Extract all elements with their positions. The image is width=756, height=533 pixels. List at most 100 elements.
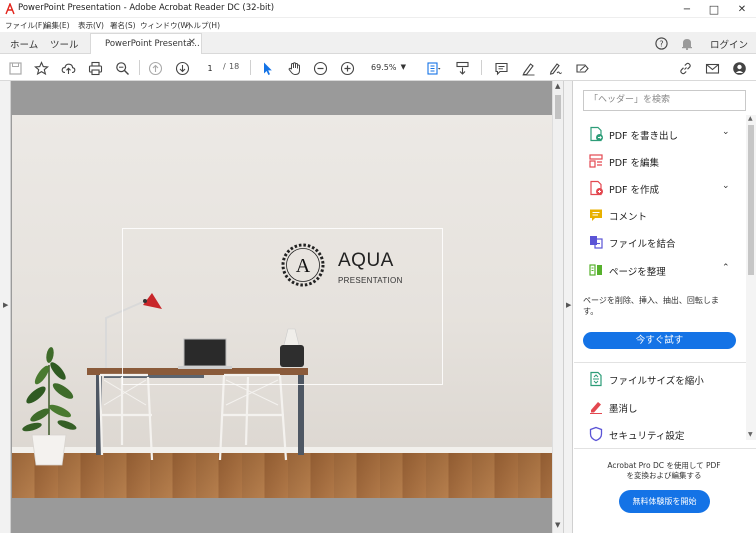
page-number-input[interactable]: 1 <box>200 61 220 74</box>
tab-home[interactable]: ホーム <box>10 37 38 51</box>
tool-compress-file[interactable]: ファイルサイズを縮小 <box>574 368 746 390</box>
find-zoom-button[interactable] <box>113 59 131 77</box>
envelope-icon <box>705 63 719 74</box>
save-button[interactable] <box>6 59 24 77</box>
combine-files-icon <box>590 236 603 249</box>
menu-window[interactable]: ウィンドウ(W) <box>140 20 191 31</box>
pro-promo-text: Acrobat Pro DC を使用して PDF を変換および編集する <box>607 461 721 480</box>
tools-pane-scrollbar[interactable]: ▲ ▼ <box>746 115 756 440</box>
tool-combine-files[interactable]: ファイルを結合 <box>574 231 746 253</box>
scroll-down-icon[interactable]: ▼ <box>555 521 560 529</box>
comment-button[interactable] <box>492 59 510 77</box>
slide-subtitle: PRESENTATION <box>338 276 403 285</box>
logo-letter: A <box>296 255 311 277</box>
toolbar-divider <box>139 60 140 75</box>
bell-icon <box>682 38 692 50</box>
print-button[interactable] <box>86 59 104 77</box>
menu-sign[interactable]: 署名(S) <box>110 20 136 31</box>
zoom-value: 69.5% <box>371 63 397 72</box>
close-tab-icon[interactable]: ✕ <box>188 37 196 48</box>
tool-label: 墨消し <box>609 404 638 415</box>
minus-circle-icon <box>313 61 327 75</box>
maximize-icon: □ <box>708 2 720 16</box>
edit-pdf-icon <box>589 154 603 168</box>
right-panel-toggle[interactable]: ▶ <box>563 81 573 533</box>
minimize-button[interactable]: − <box>673 0 701 18</box>
pane-divider <box>574 362 746 363</box>
minimize-icon: − <box>682 3 692 15</box>
share-link-button[interactable] <box>676 59 694 77</box>
chevron-down-icon: ▼ <box>400 63 406 71</box>
close-window-button[interactable]: ✕ <box>728 0 756 18</box>
page-display-button[interactable] <box>422 59 444 77</box>
start-free-trial-button[interactable]: 無料体験版を開始 <box>619 490 710 513</box>
shield-icon <box>589 426 603 442</box>
tool-export-pdf[interactable]: PDF を書き出し ⌄ <box>574 123 746 145</box>
tool-create-pdf[interactable]: PDF を作成 ⌄ <box>574 177 746 199</box>
help-button[interactable]: ? <box>653 36 669 50</box>
comment-icon <box>494 62 508 75</box>
zoom-in-button[interactable] <box>338 59 356 77</box>
sign-button[interactable] <box>546 59 564 77</box>
highlight-button[interactable] <box>519 59 537 77</box>
highlighter-pen-icon <box>522 62 534 75</box>
menu-view[interactable]: 表示(V) <box>78 20 104 31</box>
star-icon <box>33 60 49 75</box>
menu-bar: ファイル(F) 編集(E) 表示(V) 署名(S) ウィンドウ(W) ヘルプ(H… <box>0 18 756 32</box>
fill-sign-button[interactable] <box>573 59 591 77</box>
scroll-mode-button[interactable] <box>453 59 471 77</box>
tool-edit-pdf[interactable]: PDF を編集 <box>574 150 746 172</box>
previous-page-button[interactable] <box>146 59 164 77</box>
share-people-button[interactable] <box>730 59 748 77</box>
create-pdf-icon <box>590 180 603 196</box>
bookmark-star-button[interactable] <box>32 59 50 77</box>
chevron-up-icon[interactable]: ⌃ <box>722 263 730 273</box>
menu-help[interactable]: ヘルプ(H) <box>186 20 220 31</box>
next-page-button[interactable] <box>173 59 191 77</box>
login-link[interactable]: ログイン <box>710 37 748 51</box>
select-tool-button[interactable] <box>258 59 276 77</box>
scroll-up-icon[interactable]: ▲ <box>748 115 753 122</box>
tools-search-input[interactable]: 「ヘッダー」を検索 <box>583 90 746 111</box>
tool-label: ファイルサイズを縮小 <box>609 376 704 387</box>
zoom-select[interactable]: 69.5% ▼ <box>364 60 411 75</box>
tool-organize-pages[interactable]: ページを整理 ⌃ <box>574 259 746 281</box>
tool-protect[interactable]: セキュリティ設定 <box>574 423 746 445</box>
tool-redact[interactable]: 墨消し <box>574 396 746 418</box>
scroll-up-icon[interactable]: ▲ <box>555 82 560 90</box>
pdf-page[interactable]: A AQUA PRESENTATION <box>12 115 552 498</box>
left-panel-toggle[interactable]: ▶ <box>0 81 11 533</box>
acrobat-logo-icon <box>5 3 15 15</box>
scrollbar-thumb[interactable] <box>748 125 754 275</box>
email-button[interactable] <box>703 59 721 77</box>
page-gap <box>12 81 552 115</box>
tool-comment[interactable]: コメント <box>574 204 746 226</box>
document-tab-label: PowerPoint Presenta... <box>105 39 200 49</box>
fit-page-icon <box>426 61 440 75</box>
chevron-down-icon[interactable]: ⌄ <box>722 181 730 191</box>
try-now-button[interactable]: 今すぐ試す <box>583 332 736 349</box>
wreath-logo-icon: A <box>281 243 325 287</box>
menu-edit[interactable]: 編集(E) <box>44 20 70 31</box>
document-scrollbar[interactable]: ▲ ▼ <box>552 81 563 533</box>
magnifier-icon <box>115 61 129 75</box>
printer-icon <box>88 61 102 75</box>
maximize-button[interactable]: □ <box>700 0 728 18</box>
save-icon <box>8 61 22 75</box>
scrollbar-thumb[interactable] <box>555 95 561 119</box>
hand-tool-button[interactable] <box>285 59 303 77</box>
toolbar-divider <box>481 60 482 75</box>
tool-label: ページを整理 <box>609 267 666 278</box>
zoom-out-button[interactable] <box>311 59 329 77</box>
menu-file[interactable]: ファイル(F) <box>5 20 45 31</box>
tab-tools[interactable]: ツール <box>50 37 79 51</box>
chevron-down-icon[interactable]: ⌄ <box>722 127 730 137</box>
tab-document[interactable]: PowerPoint Presenta... ✕ <box>90 33 202 55</box>
scroll-down-icon[interactable]: ▼ <box>748 431 753 438</box>
organize-pages-description: ページを削除、挿入、抽出、回転します。 <box>583 296 719 316</box>
fill-sign-icon <box>575 63 589 73</box>
expand-left-icon: ▶ <box>3 301 9 309</box>
notifications-button[interactable] <box>679 36 695 50</box>
upload-cloud-button[interactable] <box>59 59 77 77</box>
arrow-down-circle-icon <box>175 61 189 75</box>
